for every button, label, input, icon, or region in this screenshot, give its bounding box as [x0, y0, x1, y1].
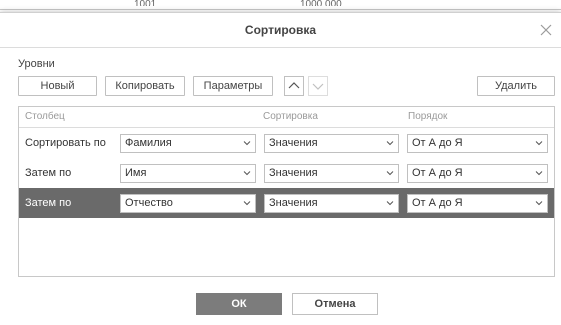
- new-level-button[interactable]: Новый: [18, 76, 97, 96]
- move-down-button[interactable]: [308, 76, 328, 96]
- sort-on-select[interactable]: Значения: [264, 164, 399, 183]
- sort-on-select-value: Значения: [269, 137, 318, 149]
- sort-on-select[interactable]: Значения: [264, 194, 399, 213]
- chevron-down-icon: [386, 171, 394, 176]
- copy-level-button[interactable]: Копировать: [105, 76, 185, 96]
- column-select-value: Имя: [125, 167, 147, 179]
- column-header-sort-on: Сортировка: [263, 111, 318, 122]
- column-select-value: Отчество: [125, 197, 173, 209]
- dialog-title: Сортировка: [244, 23, 317, 37]
- chevron-up-icon: [288, 82, 300, 89]
- chevron-down-icon: [535, 141, 543, 146]
- order-select[interactable]: От А до Я: [407, 164, 548, 183]
- column-select-value: Фамилия: [125, 137, 172, 149]
- column-select[interactable]: Имя: [120, 164, 256, 183]
- order-select-value: От А до Я: [412, 137, 463, 149]
- background-cell-text: 1001: [134, 0, 157, 6]
- sort-levels-grid: Столбец Сортировка Порядок Сортировать п…: [18, 106, 555, 277]
- order-select[interactable]: От А до Я: [407, 134, 548, 153]
- chevron-down-icon: [386, 141, 394, 146]
- chevron-down-icon: [312, 83, 324, 90]
- column-select[interactable]: Фамилия: [120, 134, 256, 153]
- sort-level-row[interactable]: Затем по Имя Значения От А до Я: [19, 158, 554, 188]
- chevron-down-icon: [243, 201, 251, 206]
- order-select-value: От А до Я: [412, 167, 463, 179]
- cancel-button[interactable]: Отмена: [292, 293, 378, 315]
- sort-on-select[interactable]: Значения: [264, 134, 399, 153]
- chevron-down-icon: [386, 201, 394, 206]
- sort-on-select-value: Значения: [269, 167, 318, 179]
- delete-level-button[interactable]: Удалить: [477, 76, 555, 96]
- chevron-down-icon: [243, 141, 251, 146]
- sort-level-row-selected[interactable]: Затем по Отчество Значения От А до Я: [19, 188, 554, 218]
- sort-level-row[interactable]: Сортировать по Фамилия Значения От А до …: [19, 128, 554, 158]
- close-icon[interactable]: [539, 23, 553, 37]
- order-select[interactable]: От А до Я: [407, 194, 548, 213]
- row-label: Затем по: [25, 197, 72, 209]
- order-select-value: От А до Я: [412, 197, 463, 209]
- levels-label: Уровни: [18, 58, 55, 70]
- dialog-titlebar: Сортировка: [0, 13, 561, 48]
- column-header-column: Столбец: [25, 111, 65, 122]
- chevron-down-icon: [243, 171, 251, 176]
- row-label: Затем по: [25, 167, 72, 179]
- chevron-down-icon: [535, 201, 543, 206]
- column-header-order: Порядок: [408, 111, 448, 122]
- sort-on-select-value: Значения: [269, 197, 318, 209]
- background-gridline: [0, 9, 561, 10]
- ok-button[interactable]: ОК: [196, 293, 282, 315]
- chevron-down-icon: [535, 171, 543, 176]
- move-up-button[interactable]: [284, 76, 304, 96]
- sort-dialog: Сортировка Уровни Новый Копировать Парам…: [0, 12, 561, 325]
- column-select[interactable]: Отчество: [120, 194, 256, 213]
- row-label: Сортировать по: [25, 137, 106, 149]
- background-cell-text: 1000 000: [300, 0, 342, 6]
- options-button[interactable]: Параметры: [193, 76, 273, 96]
